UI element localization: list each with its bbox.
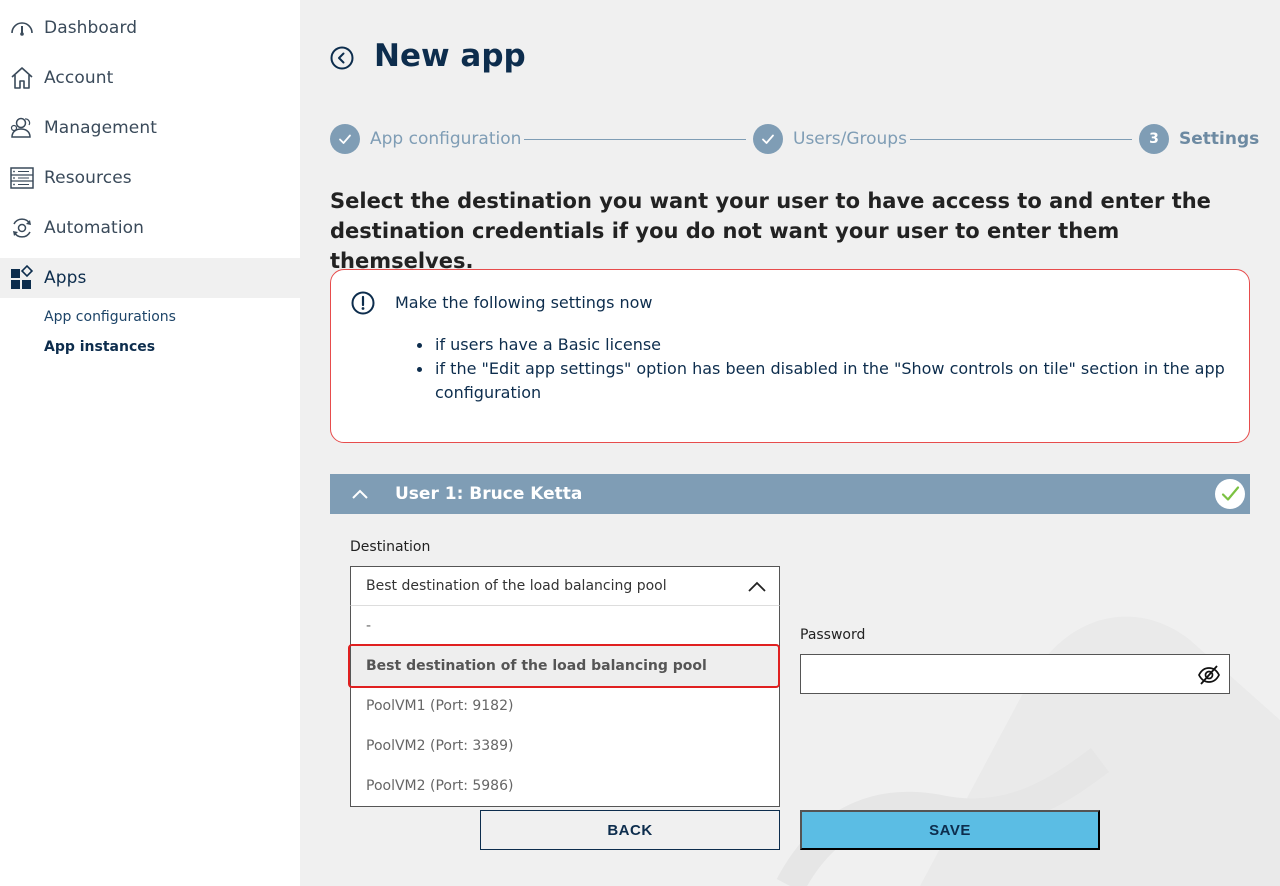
destination-label: Destination	[350, 539, 431, 555]
dropdown-option[interactable]: PoolVM2 (Port: 5986)	[351, 766, 779, 806]
destination-dropdown: - Best destination of the load balancing…	[350, 605, 780, 807]
notice-box: Make the following settings now if users…	[330, 269, 1250, 443]
step-2-check-icon	[753, 124, 783, 154]
gauge-icon	[8, 14, 36, 42]
users-icon	[8, 114, 36, 142]
sidebar-item-label: Automation	[44, 218, 145, 238]
destination-select[interactable]: Best destination of the load balancing p…	[350, 566, 780, 606]
step-3-number: 3	[1139, 124, 1169, 154]
server-icon	[8, 164, 36, 192]
automation-icon	[8, 214, 36, 242]
sidebar-item-label: Dashboard	[44, 18, 138, 38]
notice-title: Make the following settings now	[395, 293, 653, 312]
sidebar-item-dashboard[interactable]: Dashboard	[0, 8, 300, 48]
check-circle-icon	[1215, 479, 1245, 509]
sidebar: Dashboard Account Management Resources A…	[0, 0, 300, 886]
sidebar-subitem-app-instances[interactable]: App instances	[44, 339, 155, 355]
user-section-title: User 1: Bruce Ketta	[395, 484, 583, 504]
sidebar-item-label: Resources	[44, 168, 132, 188]
password-field[interactable]	[800, 654, 1230, 694]
back-button[interactable]: BACK	[480, 810, 780, 850]
dropdown-option[interactable]: PoolVM1 (Port: 9182)	[351, 686, 779, 726]
sidebar-item-automation[interactable]: Automation	[0, 208, 300, 248]
stepper: App configuration Users/Groups 3 Setting…	[330, 124, 1259, 156]
step-2-label: Users/Groups	[793, 129, 907, 149]
notice-bullet: if users have a Basic license	[417, 333, 1235, 357]
sidebar-item-apps[interactable]: Apps	[0, 258, 300, 298]
alert-icon	[351, 291, 375, 315]
password-label: Password	[800, 627, 866, 643]
sidebar-item-label: Apps	[44, 268, 87, 288]
user-section-header[interactable]: User 1: Bruce Ketta	[330, 474, 1250, 514]
sidebar-item-account[interactable]: Account	[0, 58, 300, 98]
sidebar-item-management[interactable]: Management	[0, 108, 300, 148]
sidebar-subitem-app-configurations[interactable]: App configurations	[44, 309, 176, 325]
home-icon	[8, 64, 36, 92]
dropdown-option[interactable]: -	[351, 606, 779, 646]
selection-highlight	[348, 644, 780, 688]
notice-bullet: if the "Edit app settings" option has be…	[417, 357, 1235, 405]
sidebar-item-label: Management	[44, 118, 157, 138]
step-connector	[524, 139, 746, 140]
apps-icon	[8, 264, 36, 292]
page-title: New app	[374, 38, 526, 74]
chevron-up-icon[interactable]	[350, 486, 370, 502]
back-icon[interactable]	[330, 46, 354, 70]
step-1-check-icon	[330, 124, 360, 154]
step-1-label: App configuration	[370, 129, 522, 149]
sidebar-item-resources[interactable]: Resources	[0, 158, 300, 198]
step-connector	[910, 139, 1132, 140]
notice-list: if users have a Basic license if the "Ed…	[417, 333, 1235, 405]
dropdown-option[interactable]: PoolVM2 (Port: 3389)	[351, 726, 779, 766]
eye-off-icon[interactable]	[1197, 664, 1221, 686]
sidebar-item-label: Account	[44, 68, 114, 88]
destination-value: Best destination of the load balancing p…	[366, 578, 667, 594]
save-button[interactable]: SAVE	[800, 810, 1100, 850]
chevron-up-icon[interactable]	[747, 579, 767, 593]
step-3-label: Settings	[1179, 129, 1260, 149]
instructions-heading: Select the destination you want your use…	[330, 189, 1211, 273]
